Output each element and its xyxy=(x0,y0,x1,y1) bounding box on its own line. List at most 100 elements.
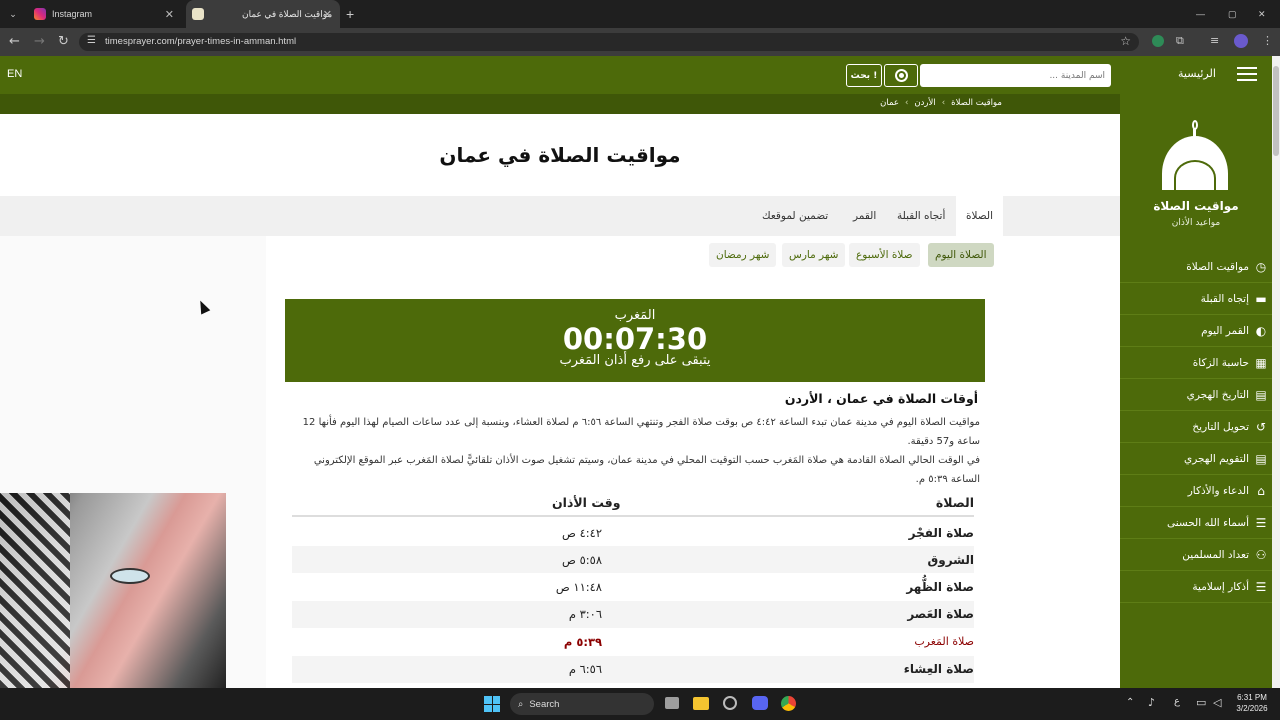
mosque-icon: ⌂ xyxy=(1257,483,1265,498)
sidebar: مواقيت الصلاة مواعيد الأذان مواقيت الصلا… xyxy=(1120,94,1272,688)
sidebar-item[interactable]: حاسبة الزكاة ▦ xyxy=(1120,347,1272,379)
page-scrollbar[interactable] xyxy=(1272,56,1280,688)
extensions-puzzle-icon[interactable]: ⧉ xyxy=(1176,34,1184,48)
clock-icon: ◷ xyxy=(1255,259,1267,274)
prayer-time: ٥:٥٨ ص xyxy=(562,552,602,567)
sidebar-item[interactable]: الدعاء والأذكار ⌂ xyxy=(1120,475,1272,507)
prayer-name: صلاة العِشاء xyxy=(903,662,974,676)
extension-icon[interactable] xyxy=(1152,35,1164,47)
logo-mosque-icon xyxy=(1160,120,1230,190)
sidebar-item[interactable]: مواقيت الصلاة ◷ xyxy=(1120,251,1272,283)
windows-start-icon[interactable] xyxy=(484,696,500,712)
history-icon: ↺ xyxy=(1255,419,1267,434)
calculator-icon: ▦ xyxy=(1255,355,1267,370)
breadcrumb-item[interactable]: عمان xyxy=(880,98,899,108)
sidebar-item[interactable]: تحويل التاريخ ↺ xyxy=(1120,411,1272,443)
tab-title: مواقيت الصلاة في عمان xyxy=(242,8,333,19)
media-icon[interactable]: ≡ xyxy=(1210,34,1219,47)
subtab-today[interactable]: الصلاة اليوم xyxy=(928,243,994,267)
countdown-time: 00:07:30 xyxy=(562,322,708,356)
keyboard-language[interactable]: ع xyxy=(1174,696,1180,707)
sidebar-item-label: أذكار إسلامية xyxy=(1192,580,1249,593)
city-search-input[interactable] xyxy=(920,64,1111,87)
new-tab-button[interactable]: + xyxy=(346,0,360,28)
tab-prayer[interactable]: الصلاة xyxy=(956,196,1003,236)
prayer-time: ٥:٣٩ م xyxy=(563,634,602,649)
chevron-up-icon[interactable]: ⌃ xyxy=(1126,697,1134,708)
countdown-box: المَغرب 00:07:30 يتبقى على رفع أذان المَ… xyxy=(285,299,985,382)
column-header-prayer: الصلاة xyxy=(935,495,974,510)
kaaba-icon: ▬ xyxy=(1255,291,1267,306)
tab-list-button[interactable]: ⌄ xyxy=(4,0,22,28)
sidebar-item-label: إتجاه القبلة xyxy=(1200,292,1249,305)
sidebar-item[interactable]: تعداد المسلمين ⚇ xyxy=(1120,539,1272,571)
sidebar-item[interactable]: التقويم الهجري ▤ xyxy=(1120,443,1272,475)
discord-icon[interactable] xyxy=(752,696,768,710)
search-button[interactable]: بحث ! xyxy=(846,64,882,87)
network-icon[interactable]: ▭ xyxy=(1196,696,1206,709)
taskbar-search[interactable]: ⌕ Search xyxy=(510,693,654,715)
sidebar-item-label: التاريخ الهجري xyxy=(1186,388,1249,401)
countdown-prayer-name: المَغرب xyxy=(614,308,656,323)
reload-icon[interactable]: ↻ xyxy=(58,34,69,49)
hamburger-menu-icon[interactable] xyxy=(1237,67,1257,81)
address-bar[interactable]: ☰ timesprayer.com/prayer-times-in-amman.… xyxy=(79,33,1139,51)
close-icon[interactable]: ✕ xyxy=(165,8,174,21)
subtab-ramadan[interactable]: شهر رمضان xyxy=(709,243,777,267)
sidebar-item[interactable]: التاريخ الهجري ▤ xyxy=(1120,379,1272,411)
locate-crosshair-icon xyxy=(894,69,908,82)
window-close-button[interactable]: ✕ xyxy=(1258,0,1272,28)
tab-moon[interactable]: القمر xyxy=(843,196,886,236)
prayer-time: ٤:٤٢ ص xyxy=(562,525,602,540)
maximize-button[interactable]: ▢ xyxy=(1228,0,1242,28)
chrome-icon[interactable] xyxy=(781,696,796,711)
microphone-icon[interactable]: ♪ xyxy=(1148,696,1155,709)
table-row: ٥:٥٨ ص الشروق xyxy=(292,546,974,574)
language-switch[interactable]: EN xyxy=(7,68,22,80)
prayer-name: صلاة المَغرب xyxy=(914,635,974,649)
prayer-time: ١١:٤٨ ص xyxy=(555,580,602,595)
app-icon[interactable] xyxy=(723,696,737,710)
home-link[interactable]: الرئيسية xyxy=(1178,67,1216,80)
minimize-button[interactable]: — xyxy=(1196,0,1210,28)
sidebar-item[interactable]: أذكار إسلامية ☰ xyxy=(1120,571,1272,603)
column-header-time: وقت الأذان xyxy=(552,495,621,510)
sidebar-item[interactable]: القمر اليوم ◐ xyxy=(1120,315,1272,347)
taskbar: ⌕ Search ⌃ ♪ ع ▭ ◁ 6:31 PM 3/2/2026 xyxy=(0,688,1280,720)
browser-tab-active[interactable]: مواقيت الصلاة في عمان ✕ xyxy=(186,0,340,28)
file-explorer-icon[interactable] xyxy=(693,697,709,710)
profile-avatar[interactable] xyxy=(1234,34,1248,48)
calendar-icon: ▤ xyxy=(1255,387,1267,402)
taskbar-search-label: Search xyxy=(529,698,560,710)
search-icon: ⌕ xyxy=(518,698,524,710)
title-area: مواقيت الصلاة في عمان xyxy=(0,114,1120,196)
clock-date: 3/2/2026 xyxy=(1236,704,1268,713)
browser-menu-icon[interactable]: ⋮ xyxy=(1262,34,1273,47)
tab-embed[interactable]: تضمين لموقعك xyxy=(752,196,838,236)
table-row: ٣:٠٦ م صلاة العَصر xyxy=(292,600,974,628)
countdown-note: يتبقى على رفع أذان المَغرب xyxy=(559,353,711,368)
breadcrumb-item[interactable]: الأردن xyxy=(914,98,935,108)
close-icon[interactable]: ✕ xyxy=(323,8,332,21)
logo-subtitle: مواعيد الأذان xyxy=(1171,218,1221,228)
site-info-icon[interactable]: ☰ xyxy=(87,35,96,46)
forward-icon[interactable]: → xyxy=(34,34,45,49)
subtab-week[interactable]: صلاة الأسبوع xyxy=(849,243,920,267)
back-icon[interactable]: ← xyxy=(9,34,20,49)
sidebar-item-label: التقويم الهجري xyxy=(1183,452,1249,465)
page-title: مواقيت الصلاة في عمان xyxy=(439,143,681,167)
section-paragraph: في الوقت الحالي الصلاة القادمة هي صلاة ا… xyxy=(313,455,980,485)
volume-icon[interactable]: ◁ xyxy=(1213,696,1221,709)
task-view-icon[interactable] xyxy=(665,697,679,709)
tab-qibla[interactable]: أتجاه القبلة xyxy=(887,196,955,236)
breadcrumb-item[interactable]: مواقيت الصلاة xyxy=(951,98,1002,108)
locate-button[interactable] xyxy=(884,64,918,87)
subtab-month[interactable]: شهر مارس xyxy=(782,243,846,267)
browser-tab-instagram[interactable]: Instagram ✕ xyxy=(28,0,182,28)
sidebar-item[interactable]: أسماء الله الحسنى ☰ xyxy=(1120,507,1272,539)
prayer-name: الشروق xyxy=(927,552,974,567)
clock[interactable]: 6:31 PM 3/2/2026 xyxy=(1232,692,1272,714)
url-text: timesprayer.com/prayer-times-in-amman.ht… xyxy=(105,36,297,47)
bookmark-star-icon[interactable]: ☆ xyxy=(1120,34,1131,48)
sidebar-item[interactable]: إتجاه القبلة ▬ xyxy=(1120,283,1272,315)
